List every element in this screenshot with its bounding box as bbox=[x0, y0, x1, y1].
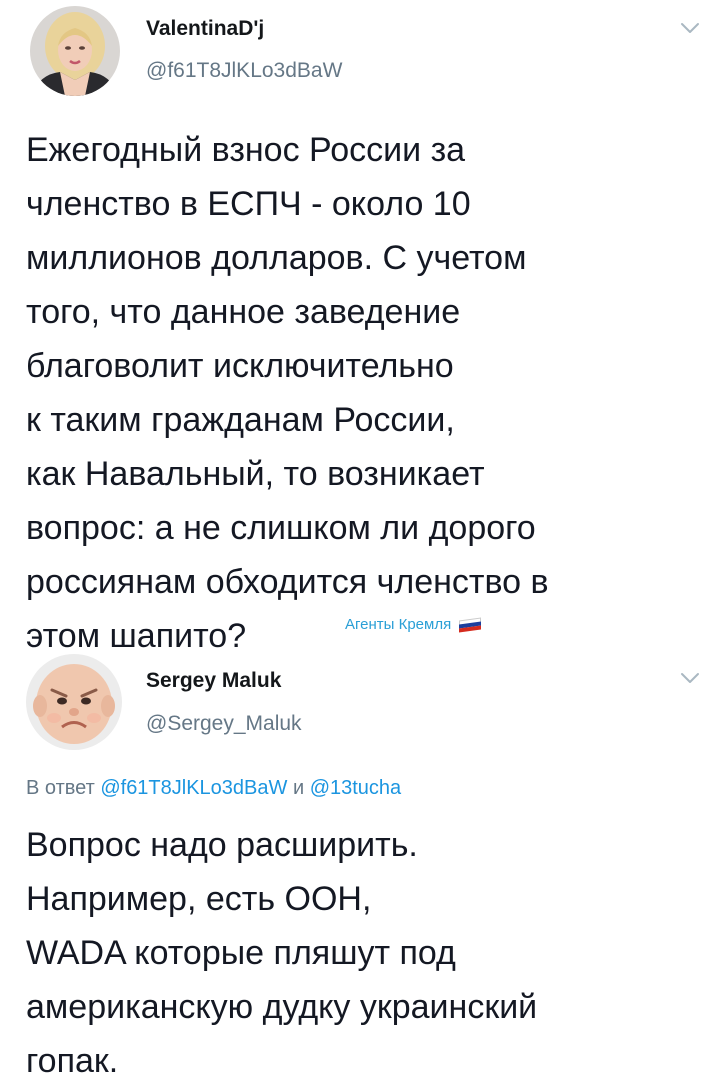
reply-prefix: В ответ bbox=[26, 777, 95, 799]
tweet-text: Вопрос надо расширить. Например, есть ОО… bbox=[26, 818, 706, 1088]
tweet-valentina[interactable]: ValentinaD'j @f61T8JlKLo3dBaW Ежегодный … bbox=[0, 0, 723, 655]
tweet-text-line: благоволит исключительно bbox=[26, 347, 454, 385]
profile-photo-woman-icon bbox=[30, 6, 120, 96]
watermark: Агенты Кремля bbox=[345, 616, 482, 633]
tweet-text-line: миллионов долларов. С учетом bbox=[26, 239, 527, 277]
tweet-text-line: вопрос: а не слишком ли дорого bbox=[26, 509, 536, 547]
tweet-text-line: членство в ЕСПЧ - около 10 bbox=[26, 185, 471, 223]
tweet-text-line: к таким гражданам России, bbox=[26, 401, 455, 439]
tweet-text-line: Ежегодный взнос России за bbox=[26, 131, 466, 169]
avatar[interactable] bbox=[26, 654, 122, 750]
tweet-sergey[interactable]: Sergey Maluk @Sergey_Maluk В ответ @f61T… bbox=[0, 650, 723, 1080]
tweet-text: Ежегодный взнос России за членство в ЕСП… bbox=[26, 123, 706, 663]
reply-context: В ответ @f61T8JlKLo3dBaW и @13tucha bbox=[26, 777, 401, 800]
display-name[interactable]: ValentinaD'j bbox=[146, 17, 264, 41]
user-handle[interactable]: @f61T8JlKLo3dBaW bbox=[146, 59, 342, 83]
tweet-text-line: того, что данное заведение bbox=[26, 293, 461, 331]
tweet-text-line: Вопрос надо расширить. bbox=[26, 826, 418, 864]
reply-mention-link[interactable]: @13tucha bbox=[310, 777, 401, 799]
avatar[interactable] bbox=[30, 6, 120, 96]
reply-conjunction: и bbox=[292, 777, 305, 799]
tweet-text-line: WADA которые пляшут под bbox=[26, 934, 456, 972]
russian-flag-icon bbox=[459, 617, 482, 633]
watermark-text: Агенты Кремля bbox=[345, 616, 452, 633]
tweet-text-line: Например, есть ООН, bbox=[26, 880, 372, 918]
reply-mention-link[interactable]: @f61T8JlKLo3dBaW bbox=[100, 777, 287, 799]
tweet-text-line: американскую дудку украинский bbox=[26, 988, 538, 1026]
user-handle[interactable]: @Sergey_Maluk bbox=[146, 712, 302, 736]
tweet-text-line: россиянам обходится членство в bbox=[26, 563, 549, 601]
display-name[interactable]: Sergey Maluk bbox=[146, 669, 281, 693]
chevron-down-icon[interactable] bbox=[679, 670, 701, 686]
profile-photo-baby-icon bbox=[26, 654, 122, 750]
tweet-text-line: как Навальный, то возникает bbox=[26, 455, 485, 493]
chevron-down-icon[interactable] bbox=[679, 20, 701, 36]
